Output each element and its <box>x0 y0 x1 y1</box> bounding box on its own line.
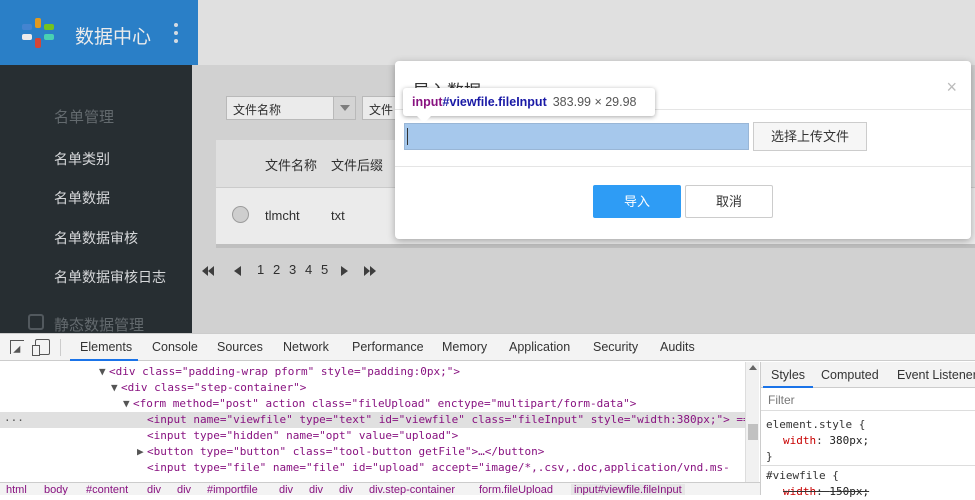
active-tab-indicator <box>70 359 138 361</box>
rule-close-brace: } <box>766 450 773 463</box>
breadcrumb-item[interactable]: #content <box>86 484 128 495</box>
rule-selector-element-style: element.style { <box>766 418 866 431</box>
rule-divider <box>761 465 975 466</box>
tab-memory[interactable]: Memory <box>442 340 487 354</box>
breadcrumb-item[interactable]: div <box>177 484 191 495</box>
tooltip-size: 383.99 × 29.98 <box>552 95 637 109</box>
devtools-panel: Elements Console Sources Network Perform… <box>0 333 975 498</box>
file-path-input[interactable] <box>404 123 749 150</box>
tab-styles[interactable]: Styles <box>771 368 805 382</box>
dom-line-selected[interactable]: <input name="viewfile" type="text" id="v… <box>0 412 745 428</box>
tab-computed[interactable]: Computed <box>821 368 879 382</box>
breadcrumb-item[interactable]: div <box>147 484 161 495</box>
dialog-footer-divider <box>395 166 971 167</box>
tab-security[interactable]: Security <box>593 340 638 354</box>
choose-file-button[interactable]: 选择上传文件 <box>753 122 867 151</box>
toolbar-separator <box>60 339 61 356</box>
dom-line[interactable]: ▼ <div class="step-container"> <box>0 380 745 396</box>
tab-event-listeners[interactable]: Event Listeners <box>897 368 975 382</box>
tab-audits[interactable]: Audits <box>660 340 695 354</box>
dom-line[interactable]: <input type="file" name="file" id="uploa… <box>0 460 745 476</box>
breadcrumb-item[interactable]: div.step-container <box>369 484 455 495</box>
app-viewport: 数据中心 名单管理 名单类别 名单数据 名单数据审核 名单数据审核日志 静态数据… <box>0 0 975 333</box>
scroll-up-icon[interactable] <box>749 365 757 370</box>
cancel-button[interactable]: 取消 <box>685 185 773 218</box>
rule-declaration[interactable]: width: 380px; <box>783 433 869 449</box>
tooltip-tag: input <box>412 95 443 109</box>
import-button[interactable]: 导入 <box>593 185 681 218</box>
tooltip-selector: #viewfile.fileInput <box>442 95 547 109</box>
dom-tree: ▼ <div class="padding-wrap pform" style="… <box>0 362 745 495</box>
breadcrumb-item[interactable]: div <box>339 484 353 495</box>
text-caret <box>407 128 408 145</box>
tab-application[interactable]: Application <box>509 340 570 354</box>
dom-line[interactable]: ▼ <div class="padding-wrap pform" style="… <box>0 364 745 380</box>
tab-console[interactable]: Console <box>152 340 198 354</box>
tab-elements[interactable]: Elements <box>80 340 132 354</box>
devtools-toolbar: Elements Console Sources Network Perform… <box>0 334 975 361</box>
active-styles-tab-indicator <box>763 386 813 388</box>
breadcrumb-item[interactable]: html <box>6 484 27 495</box>
breadcrumb-item[interactable]: body <box>44 484 68 495</box>
device-toolbar-icon[interactable] <box>32 339 50 356</box>
tab-sources[interactable]: Sources <box>217 340 263 354</box>
tab-network[interactable]: Network <box>283 340 329 354</box>
dom-line[interactable]: ▶ <button type="button" class="tool-butto… <box>0 444 745 460</box>
styles-tabs: Styles Computed Event Listeners <box>761 362 975 388</box>
breadcrumb-item-current[interactable]: input#viewfile.fileInput <box>571 484 685 495</box>
more-actions-icon[interactable]: ··· <box>4 414 24 427</box>
close-icon[interactable]: × <box>946 77 957 98</box>
styles-filter-input[interactable]: Filter <box>761 389 975 411</box>
scrollbar-thumb[interactable] <box>748 424 758 440</box>
breadcrumb-item[interactable]: form.fileUpload <box>479 484 553 495</box>
styles-pane: Styles Computed Event Listeners Filter e… <box>760 362 975 498</box>
inspect-element-icon[interactable] <box>10 340 24 354</box>
dom-line[interactable]: ▼ <form method="post" action class="fileU… <box>0 396 745 412</box>
rule-declaration-overridden[interactable]: width: 150px; <box>783 484 869 500</box>
dom-breadcrumb: html body #content div div #importfile d… <box>0 482 760 495</box>
breadcrumb-item[interactable]: div <box>279 484 293 495</box>
tab-performance[interactable]: Performance <box>352 340 424 354</box>
breadcrumb-item[interactable]: div <box>309 484 323 495</box>
breadcrumb-item[interactable]: #importfile <box>207 484 258 495</box>
dom-scrollbar[interactable] <box>745 362 759 482</box>
inspector-tooltip: input#viewfile.fileInput 383.99 × 29.98 <box>403 88 655 123</box>
rule-selector-viewfile: #viewfile { <box>766 469 839 482</box>
dom-line[interactable]: <input type="hidden" name="opt" value="u… <box>0 428 745 444</box>
